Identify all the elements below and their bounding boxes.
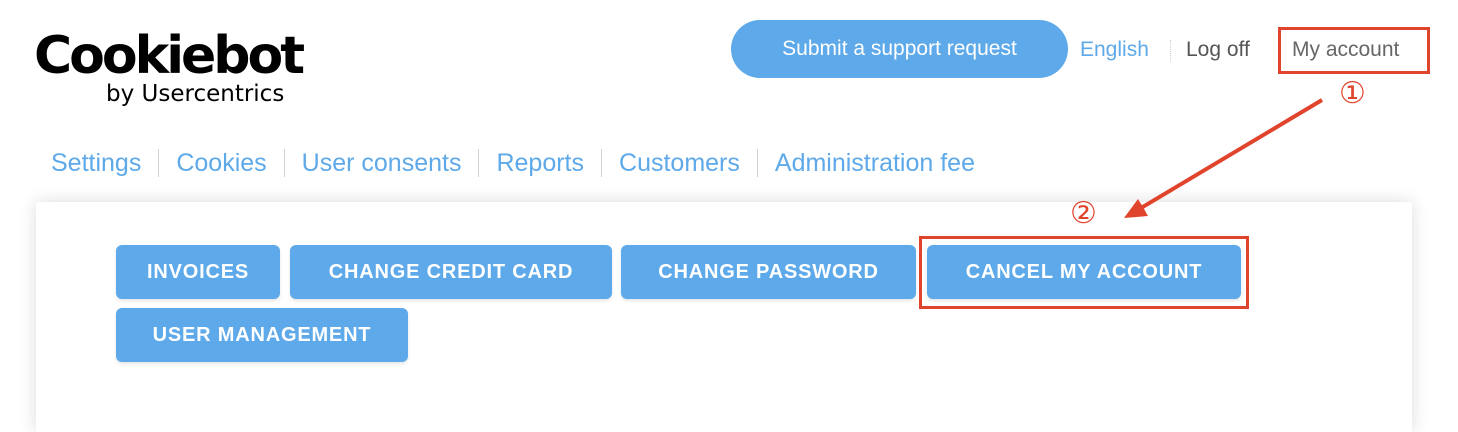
annotation-arrow-icon — [1124, 98, 1324, 218]
